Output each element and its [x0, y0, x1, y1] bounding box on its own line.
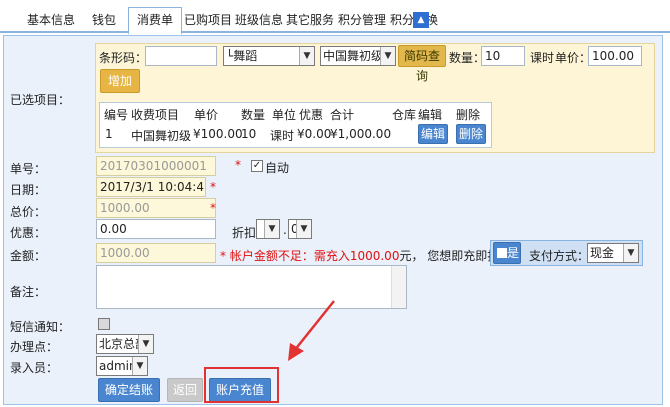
edit-row-button[interactable]: 编辑: [418, 124, 448, 144]
notice-prefix: * 帐户金额不足：需充入: [220, 249, 350, 263]
operator-select[interactable]: admin ▼: [96, 356, 148, 376]
tab-other-services[interactable]: 其它服务: [286, 8, 334, 32]
add-item-button[interactable]: 增加: [100, 69, 140, 93]
pay-method-select[interactable]: 现金 ▼: [587, 243, 639, 263]
quantity-label: 数量：: [449, 51, 486, 65]
confirm-checkout-button[interactable]: 确定结账: [98, 378, 160, 402]
course-select[interactable]: 中国舞初级 ▼: [320, 46, 396, 66]
table-cell-discount: ¥0.00: [297, 127, 332, 141]
selected-items-label: 已选项目：: [10, 93, 71, 107]
required-mark: *: [210, 180, 216, 194]
chevron-down-icon: ▼: [380, 47, 395, 65]
quantity-input[interactable]: 10: [481, 46, 525, 66]
instant-charge-toggle[interactable]: 是: [493, 242, 521, 264]
tab-basic-info[interactable]: 基本信息: [27, 8, 75, 32]
chevron-down-icon: ▼: [623, 244, 638, 262]
discount-rate-int-select[interactable]: ▼: [256, 219, 280, 239]
discount-input[interactable]: 0.00: [96, 219, 216, 239]
category-select[interactable]: └舞蹈 ▼: [223, 46, 315, 66]
table-header: 仓库: [392, 108, 417, 122]
pay-method-value: 现金: [590, 246, 615, 260]
remark-textarea[interactable]: [96, 265, 407, 309]
table-header: 合计: [330, 108, 355, 122]
annotation-arrow-icon: [288, 300, 335, 361]
date-label: 日期：: [10, 183, 47, 197]
remark-scrollbar[interactable]: [391, 266, 406, 308]
total-price-label: 总价：: [10, 205, 47, 219]
discount-rate-dec-select[interactable]: 0 ▼: [288, 219, 312, 239]
table-header: 单位: [272, 108, 297, 122]
highlight-box: [204, 367, 279, 403]
tab-scroll-up-icon[interactable]: ▲: [413, 12, 429, 28]
instant-charge-checkbox[interactable]: [496, 248, 507, 258]
discount-rate-dot: .: [283, 223, 287, 237]
branch-label: 办理点：: [10, 340, 59, 354]
discount-label: 优惠：: [10, 226, 47, 240]
table-header: 单价: [194, 108, 219, 122]
date-input[interactable]: 2017/3/1 10:04:47: [96, 177, 206, 197]
instant-charge-label: 是: [506, 246, 519, 260]
pay-method-label: 支付方式：: [529, 249, 590, 263]
tab-bar: 基本信息 钱包 消费单 已购项目 班级信息 其它服务 积分管理 积分兑换 ▲: [0, 0, 670, 35]
total-price-input: 1000.00: [96, 198, 216, 218]
barcode-label: 条形码：: [99, 51, 148, 65]
price-input[interactable]: 100.00: [588, 46, 642, 66]
order-no-input[interactable]: 20170301000001: [96, 156, 216, 176]
category-select-value: └舞蹈: [226, 49, 258, 63]
sms-checkbox[interactable]: [98, 318, 110, 330]
insufficient-balance-notice: * 帐户金额不足：需充入1000.00元， 您想即充即扣？: [220, 247, 511, 264]
table-header: 数量: [241, 108, 266, 122]
chevron-down-icon: ▼: [296, 220, 311, 238]
branch-select[interactable]: 北京总部 ▼: [96, 334, 154, 354]
chevron-down-icon: ▼: [132, 357, 147, 375]
course-select-value: 中国舞初级: [323, 49, 384, 63]
tab-purchased-items[interactable]: 已购项目: [184, 8, 232, 32]
barcode-query-button[interactable]: 简码查询: [398, 45, 446, 83]
table-header: 删除: [456, 108, 481, 122]
table-header: 编号: [104, 108, 129, 122]
table-cell-total: ¥1,000.00: [330, 127, 392, 141]
amount-input: 1000.00: [96, 243, 216, 263]
required-mark: *: [210, 201, 216, 215]
tab-consumption-order[interactable]: 消费单: [128, 7, 183, 35]
required-mark: *: [235, 158, 241, 172]
notice-amount: 1000.00: [349, 249, 400, 263]
table-cell-unit: 课时: [270, 129, 295, 143]
amount-label: 金额：: [10, 249, 47, 263]
delete-row-button[interactable]: 删除: [456, 124, 486, 144]
tab-points-management[interactable]: 积分管理: [338, 8, 386, 32]
table-header: 编辑: [418, 108, 443, 122]
barcode-input[interactable]: [145, 46, 217, 66]
order-no-label: 单号：: [10, 162, 47, 176]
chevron-down-icon: ▼: [264, 220, 279, 238]
table-cell-item: 中国舞初级: [131, 129, 192, 143]
tab-class-info[interactable]: 班级信息: [235, 8, 283, 32]
chevron-down-icon: ▼: [299, 47, 314, 65]
auto-checkbox[interactable]: ✓: [251, 160, 263, 172]
auto-label: 自动: [265, 161, 290, 175]
remark-label: 备注：: [10, 285, 47, 299]
operator-label: 录入员：: [10, 361, 59, 375]
selected-items-table: 编号 收费项目 单价 数量 单位 优惠 合计 仓库 编辑 删除 1 中国舞初级 …: [99, 102, 492, 148]
sms-label: 短信通知：: [10, 320, 71, 334]
unit-label: 课时: [530, 51, 555, 65]
table-header: 优惠: [299, 108, 324, 122]
back-button[interactable]: 返回: [167, 378, 203, 402]
table-cell-qty: 10: [241, 127, 257, 141]
tab-wallet[interactable]: 钱包: [92, 8, 116, 32]
operator-select-value: admin: [99, 359, 137, 373]
chevron-down-icon: ▼: [138, 335, 153, 353]
table-cell-no: 1: [105, 127, 113, 141]
price-label: 单价：: [555, 51, 592, 65]
table-cell-price: ¥100.00: [193, 127, 243, 141]
table-header: 收费项目: [131, 108, 180, 122]
